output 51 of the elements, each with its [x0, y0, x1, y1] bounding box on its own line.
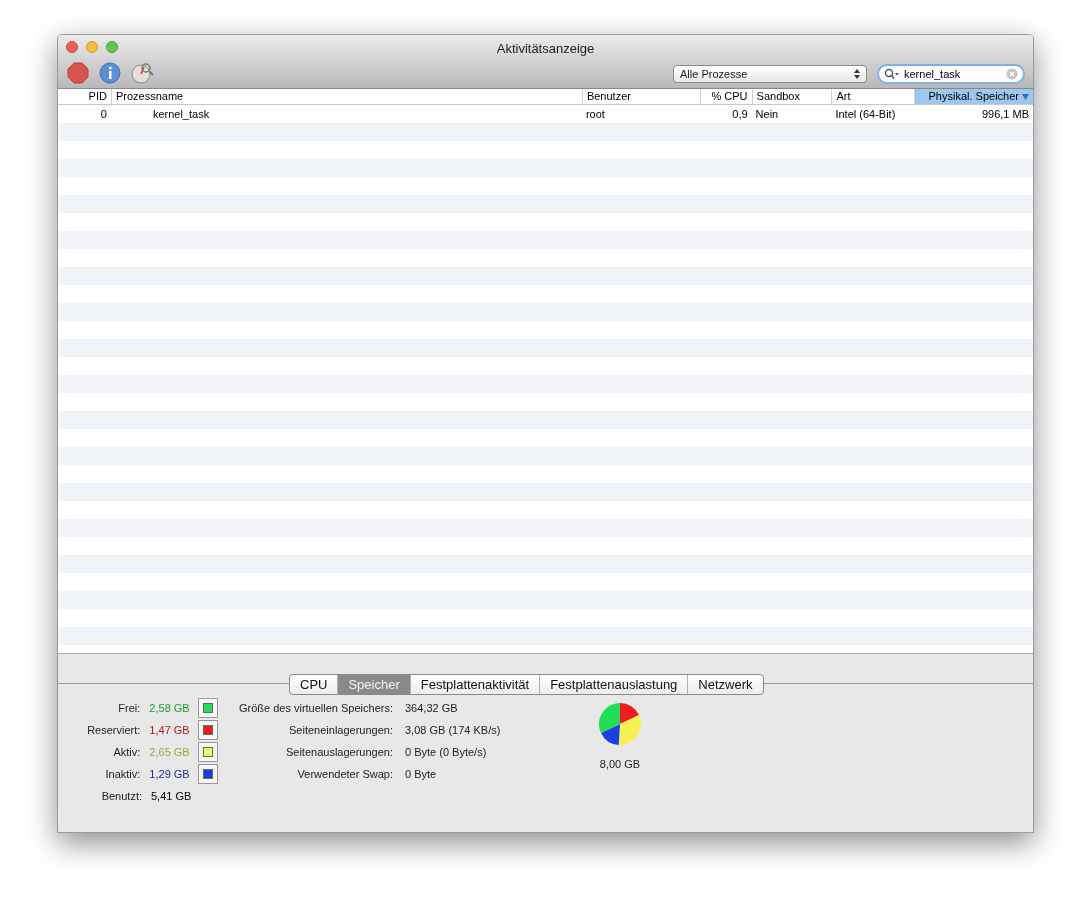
- table-cell-text: root: [584, 106, 606, 122]
- column-header[interactable]: % CPU: [699, 89, 752, 104]
- table-cell-text: 996,1 MB: [980, 106, 1030, 122]
- tab[interactable]: CPU: [290, 675, 338, 694]
- stat-label: Seitenauslagerungen:: [284, 744, 393, 760]
- stepper-arrows-icon: [854, 69, 860, 79]
- stat-label: Verwendeter Swap:: [296, 766, 393, 782]
- stat-value: 0 Byte (0 Byte/s): [405, 744, 487, 760]
- memory-value: 2,65 GB: [149, 744, 191, 760]
- table-cell-text: 0,9: [731, 106, 749, 122]
- search-field[interactable]: kernel_task: [877, 64, 1025, 84]
- table-cell-text: Nein: [754, 106, 780, 122]
- sort-descending-icon: [1022, 93, 1029, 100]
- memory-label: Frei:: [117, 700, 141, 716]
- clear-icon[interactable]: [1006, 68, 1018, 80]
- minimize-button[interactable]: [86, 41, 98, 53]
- zoom-button[interactable]: [106, 41, 118, 53]
- search-icon: [884, 68, 900, 80]
- table-cell-text: kernel_task: [151, 106, 211, 122]
- stat-value: 3,08 GB (174 KB/s): [405, 722, 501, 738]
- stat-label: Seiteneinlagerungen:: [288, 722, 393, 738]
- memory-label: Aktiv:: [112, 744, 141, 760]
- total-memory: 8,00 GB: [599, 757, 641, 772]
- stat-value: 364,32 GB: [405, 700, 458, 716]
- pie-chart-drawing: [598, 702, 642, 746]
- tab[interactable]: Netzwerk: [687, 675, 763, 694]
- column-header[interactable]: Physikal. Speicher: [914, 89, 1033, 104]
- column-header[interactable]: Prozessname: [110, 89, 582, 104]
- column-header[interactable]: PID: [58, 89, 111, 104]
- search-input[interactable]: kernel_task: [904, 65, 1002, 83]
- process-filter-dropdown[interactable]: Alle Prozesse: [673, 65, 867, 83]
- window-title: Aktivitätsanzeige: [496, 40, 595, 58]
- memory-value: 2,58 GB: [149, 700, 191, 716]
- memory-label: Reserviert:: [86, 722, 141, 738]
- tab[interactable]: Festplattenauslastung: [539, 675, 688, 694]
- stop-sign-icon[interactable]: [67, 62, 89, 84]
- tab[interactable]: Festplattenaktivität: [409, 675, 540, 694]
- table-cell-text: 0: [99, 106, 108, 122]
- stat-label: Größe des virtuellen Speichers:: [237, 700, 393, 716]
- memory-value: 1,29 GB: [149, 766, 191, 782]
- gauge-magnifier-icon[interactable]: [131, 62, 155, 84]
- column-header[interactable]: Benutzer: [581, 89, 700, 104]
- info-icon[interactable]: [99, 62, 121, 84]
- close-button[interactable]: [66, 41, 78, 53]
- memory-value: 5,41 GB: [151, 788, 193, 804]
- stat-value: 0 Byte: [405, 766, 437, 782]
- table-cell-text: Intel (64-Bit): [834, 106, 897, 122]
- memory-value: 1,47 GB: [149, 722, 191, 738]
- memory-label: Inaktiv:: [104, 766, 141, 782]
- memory-label: Benutzt:: [100, 788, 142, 804]
- column-header[interactable]: Sandbox: [751, 89, 832, 104]
